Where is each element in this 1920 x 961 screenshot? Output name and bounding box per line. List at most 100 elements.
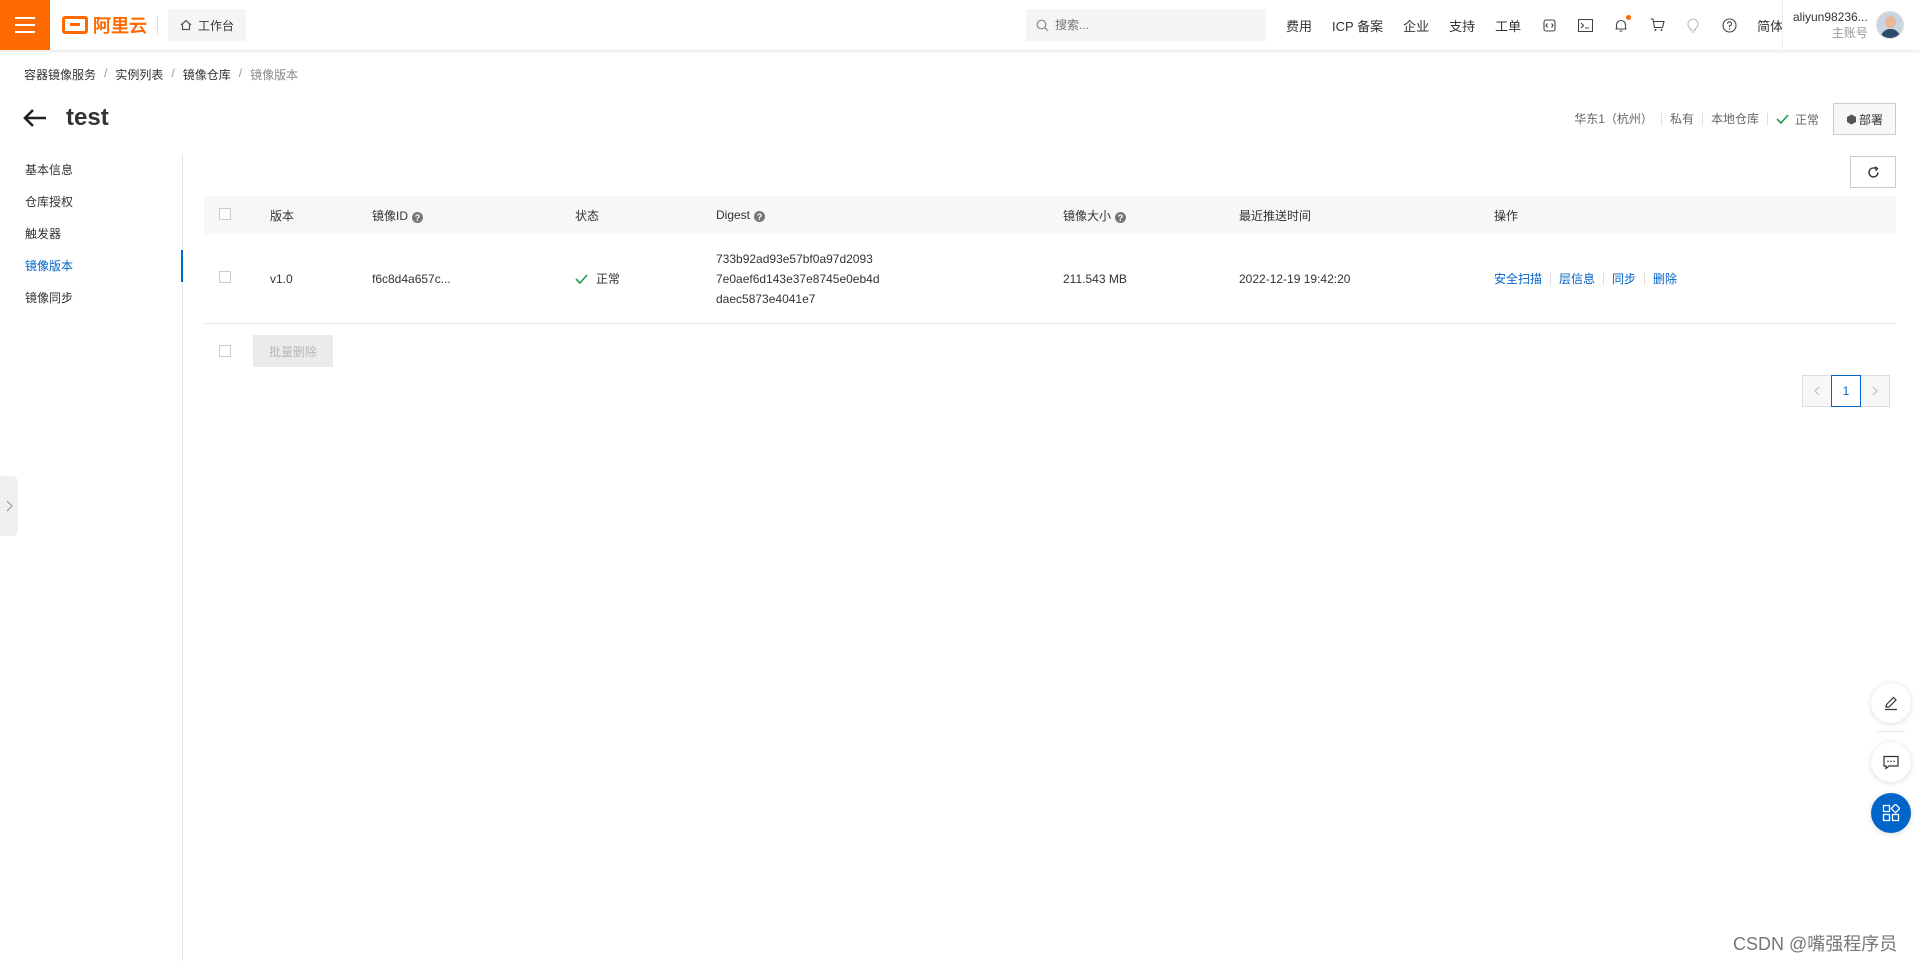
account-text: aliyun98236... 主账号: [1793, 9, 1868, 41]
divider: [157, 16, 158, 34]
sidebar-item-triggers[interactable]: 触发器: [0, 218, 182, 250]
image-version-table: 版本 镜像ID? 状态 Digest? 镜像大小? 最近推送时间 操作 v1.0…: [204, 196, 1896, 324]
check-icon: [1776, 114, 1789, 124]
page-number-button[interactable]: 1: [1831, 375, 1861, 407]
code-icon[interactable]: [1541, 17, 1557, 33]
apps-grid-icon: [1882, 804, 1900, 822]
chevron-right-icon: [1872, 386, 1878, 396]
hexagon-icon: [1846, 114, 1856, 124]
breadcrumb-current: 镜像版本: [250, 68, 299, 82]
header-image-id: 镜像ID: [372, 208, 409, 223]
link-ticket[interactable]: 工单: [1495, 16, 1521, 35]
digest-line: 733b92ad93e57bf0a97d2093: [716, 251, 873, 266]
row-checkbox-cell: [204, 271, 270, 286]
link-support[interactable]: 支持: [1449, 16, 1475, 35]
table-row: v1.0 f6c8d4a657c... 正常 733b92ad93e57bf0a…: [204, 234, 1896, 324]
refresh-button[interactable]: [1850, 156, 1896, 188]
account-role: 主账号: [1831, 26, 1868, 40]
search-input[interactable]: [1055, 18, 1255, 32]
select-all-checkbox[interactable]: [219, 207, 231, 220]
sidebar-item-repo-auth[interactable]: 仓库授权: [0, 186, 182, 218]
header-state: 状态: [575, 208, 600, 223]
help-icon[interactable]: [1721, 17, 1737, 33]
header-size-cell: 镜像大小?: [1063, 207, 1239, 224]
terminal-icon[interactable]: [1577, 17, 1593, 33]
sidebar: 基本信息 仓库授权 触发器 镜像版本 镜像同步: [0, 154, 183, 961]
global-search[interactable]: [1026, 9, 1266, 41]
deploy-button[interactable]: 部署: [1832, 103, 1896, 135]
digest-line: daec5873e4041e7: [716, 291, 816, 306]
link-fees[interactable]: 费用: [1286, 16, 1312, 35]
breadcrumb-separator: /: [104, 66, 108, 80]
row-state: 正常: [575, 270, 716, 287]
row-image-id: f6c8d4a657c...: [372, 271, 451, 286]
breadcrumb-item[interactable]: 镜像仓库: [183, 66, 231, 83]
cart-icon[interactable]: [1649, 17, 1665, 33]
row-checkbox[interactable]: [219, 271, 231, 283]
next-page-button[interactable]: [1860, 375, 1890, 407]
bell-icon[interactable]: [1613, 15, 1632, 33]
apps-button[interactable]: [1871, 793, 1911, 833]
menu-line: [15, 31, 35, 33]
account-menu[interactable]: aliyun98236... 主账号: [1782, 0, 1904, 50]
header-version: 版本: [270, 208, 295, 223]
breadcrumb-item[interactable]: 实例列表: [115, 66, 163, 83]
repo-status-text: 正常: [1794, 112, 1819, 127]
pagination: 1: [1802, 375, 1890, 407]
back-arrow-icon[interactable]: [22, 108, 48, 128]
prev-page-button[interactable]: [1802, 375, 1832, 407]
header-digest-cell: Digest?: [716, 208, 1063, 223]
batch-delete-button[interactable]: 批量删除: [253, 335, 334, 367]
avatar[interactable]: [1875, 11, 1904, 39]
divider: [1877, 731, 1905, 732]
header-image-id-cell: 镜像ID?: [372, 207, 575, 224]
hamburger-menu-button[interactable]: [0, 0, 50, 50]
logo-text: 阿里云: [93, 16, 147, 36]
row-state-text: 正常: [596, 272, 621, 286]
sync-link[interactable]: 同步: [1603, 272, 1644, 285]
refresh-icon: [1867, 165, 1879, 178]
workbench-label: 工作台: [198, 18, 235, 33]
lightbulb-icon[interactable]: [1685, 17, 1701, 33]
repo-source: 本地仓库: [1703, 113, 1768, 125]
account-name: aliyun98236...: [1793, 10, 1868, 24]
link-enterprise[interactable]: 企业: [1403, 16, 1429, 35]
question-icon[interactable]: ?: [412, 212, 424, 223]
table-header: 版本 镜像ID? 状态 Digest? 镜像大小? 最近推送时间 操作: [204, 196, 1896, 234]
delete-link[interactable]: 删除: [1644, 272, 1685, 285]
aliyun-logo[interactable]: 阿里云: [62, 12, 147, 38]
language-switch[interactable]: 简体: [1757, 16, 1783, 35]
sidebar-item-image-sync[interactable]: 镜像同步: [0, 282, 182, 314]
chevron-right-icon: [6, 500, 13, 512]
digest-line: 7e0aef6d143e37e8745e0eb4d: [716, 271, 880, 286]
question-icon[interactable]: ?: [1115, 212, 1127, 223]
row-pushed-time: 2022-12-19 19:42:20: [1239, 271, 1351, 286]
chat-button[interactable]: [1871, 742, 1911, 782]
sidebar-item-image-versions[interactable]: 镜像版本: [0, 250, 183, 282]
security-scan-link[interactable]: 安全扫描: [1494, 273, 1550, 285]
link-icp[interactable]: ICP 备案: [1332, 16, 1383, 35]
sidebar-item-basic-info[interactable]: 基本信息: [0, 154, 182, 186]
home-icon: [180, 19, 192, 31]
edit-feedback-button[interactable]: [1871, 683, 1911, 723]
repo-region: 华东1（杭州）: [1566, 113, 1662, 125]
repo-meta: 华东1（杭州） 私有 本地仓库 正常 部署: [1566, 103, 1896, 135]
deploy-label: 部署: [1858, 112, 1883, 127]
search-icon: [1036, 19, 1049, 31]
layer-info-link[interactable]: 层信息: [1550, 272, 1603, 285]
row-version: v1.0: [270, 271, 293, 286]
menu-line: [15, 24, 35, 26]
sidebar-expand-handle[interactable]: [0, 476, 18, 536]
batch-actions: 批量删除: [204, 335, 334, 367]
row-digest: 733b92ad93e57bf0a97d2093 7e0aef6d143e37e…: [716, 249, 1063, 309]
page-title: test: [66, 104, 109, 131]
breadcrumb-item[interactable]: 容器镜像服务: [24, 66, 96, 83]
question-icon[interactable]: ?: [754, 211, 766, 223]
check-icon: [575, 273, 588, 284]
workbench-button[interactable]: 工作台: [168, 9, 247, 41]
batch-select-checkbox[interactable]: [219, 345, 231, 357]
header-operations: 操作: [1494, 208, 1519, 223]
watermark: CSDN @嘴强程序员: [1733, 934, 1898, 954]
row-operations: 安全扫描 层信息 同步 删除: [1494, 272, 1894, 285]
breadcrumb-separator: /: [238, 66, 243, 80]
